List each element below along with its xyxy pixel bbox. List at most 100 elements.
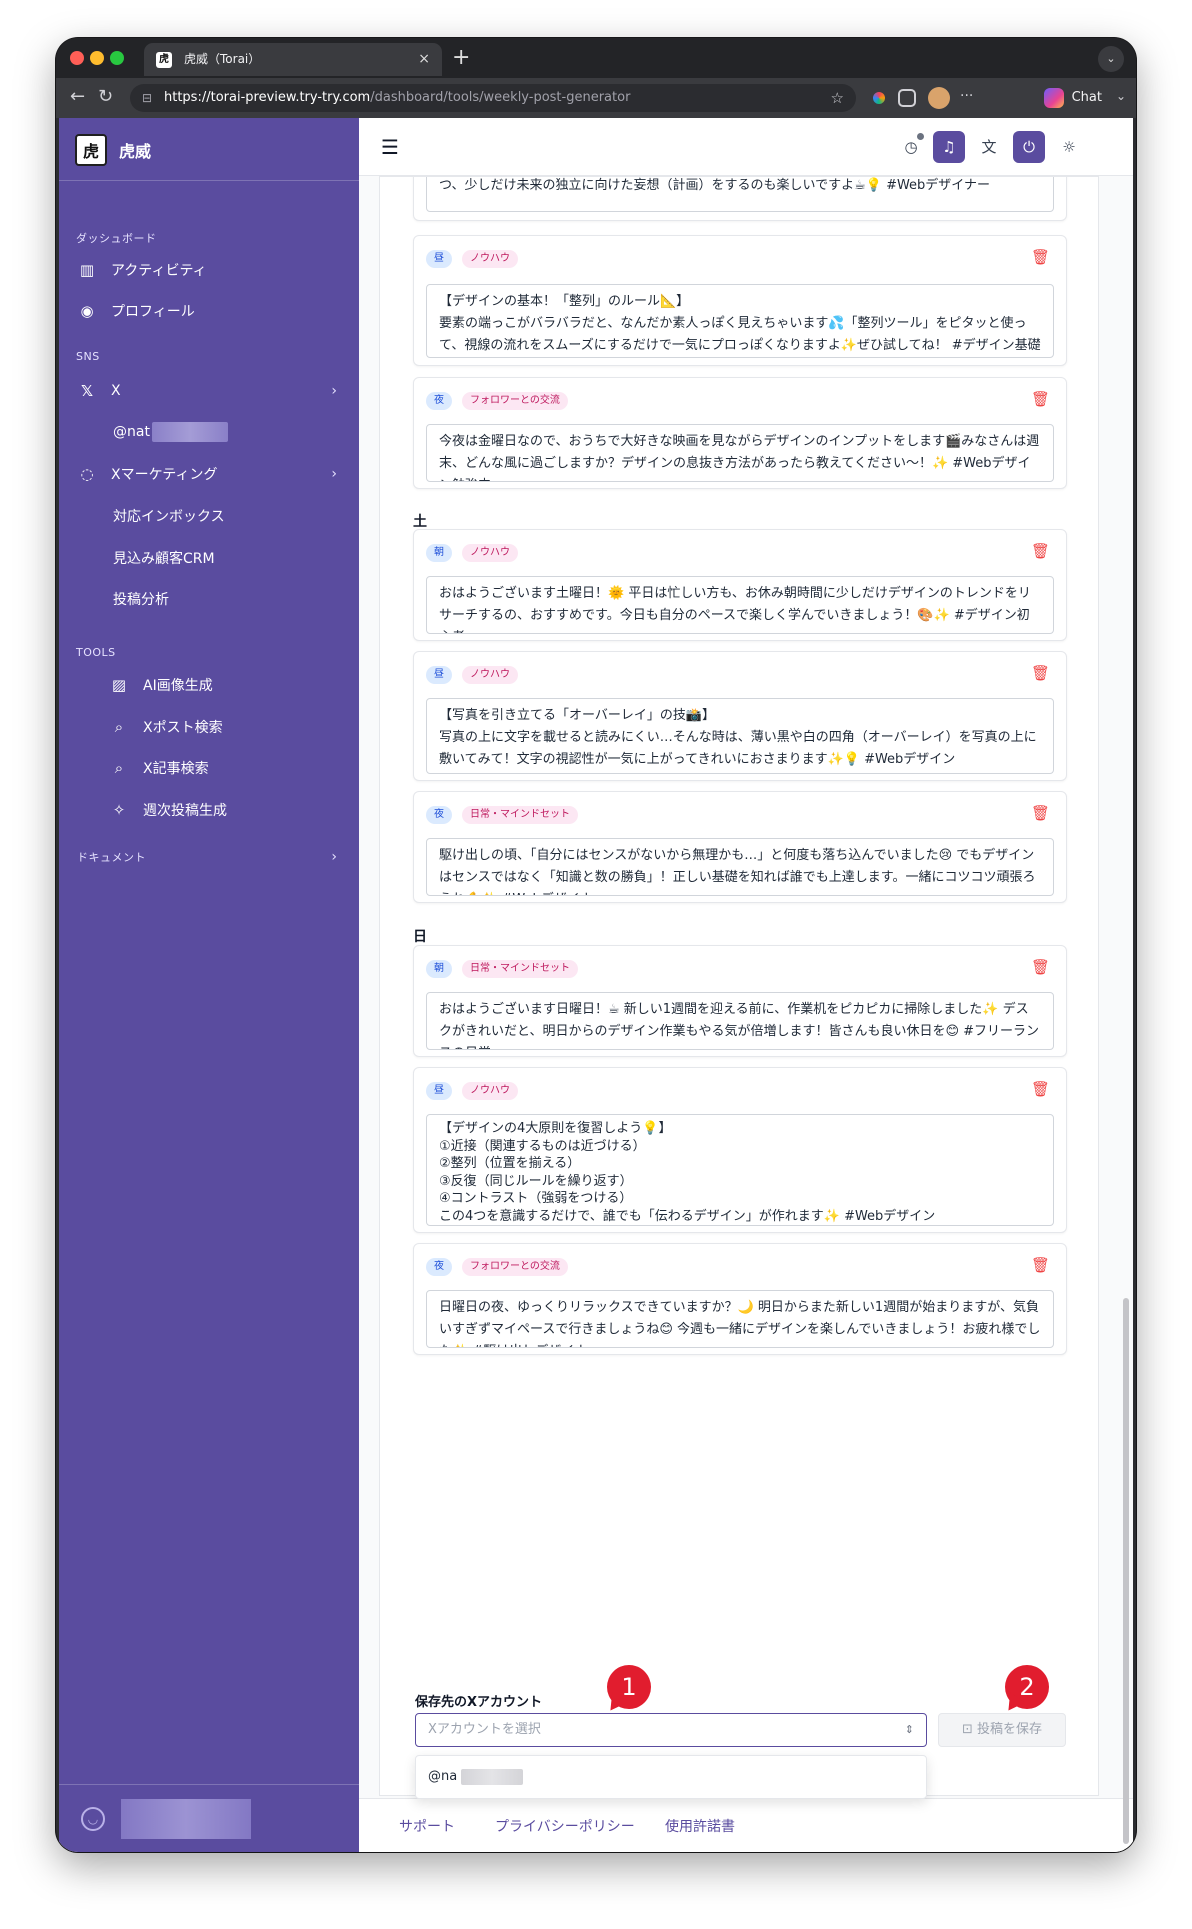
user-avatar-icon: ◡: [81, 1807, 105, 1831]
user-circle-icon: ◉: [80, 302, 94, 320]
sidebar-item-ai-image[interactable]: ▨ AI画像生成: [105, 668, 341, 702]
sidebar-item-x-search[interactable]: ⌕ Xポスト検索: [105, 710, 341, 744]
theme-sun-icon[interactable]: ☼: [1053, 131, 1085, 163]
reload-icon[interactable]: ↻: [98, 86, 113, 107]
sidebar-item-x-marketing[interactable]: ◌ Xマーケティング ›: [73, 457, 345, 491]
close-window-button[interactable]: [70, 51, 84, 65]
post-card: 昼 ノウハウ 🗑 【デザインの4大原則を復習しよう💡】 ①近接（関連するものは近…: [413, 1067, 1067, 1233]
sidebar-item-label: アクティビティ: [111, 263, 207, 279]
trash-icon[interactable]: 🗑: [1031, 664, 1050, 682]
extension-color-icon[interactable]: [870, 89, 888, 107]
torai-favicon-icon: 虎: [156, 52, 172, 68]
footer-link-terms[interactable]: 使用許諾書: [665, 1816, 735, 1836]
trash-icon[interactable]: 🗑: [1031, 958, 1050, 976]
scrollbar[interactable]: [1123, 1298, 1129, 1844]
trash-icon[interactable]: 🗑: [1031, 804, 1050, 822]
menu-hamburger-icon[interactable]: ☰: [381, 135, 399, 159]
trash-icon[interactable]: 🗑: [1031, 1080, 1050, 1098]
sidebar-item-label: 週次投稿生成: [143, 803, 227, 819]
account-dropdown-option[interactable]: @na: [415, 1755, 927, 1799]
category-badge: ノウハウ: [462, 1082, 518, 1100]
post-text[interactable]: 【写真を引き立てる「オーバーレイ」の技📸】 写真の上に文字を載せると読みにくい……: [426, 698, 1054, 774]
chat-bubble-icon: ◌: [80, 465, 94, 483]
post-text[interactable]: 【デザインの4大原則を復習しよう💡】 ①近接（関連するものは近づける） ②整列（…: [426, 1114, 1054, 1226]
url-path: /dashboard/tools/weekly-post-generator: [370, 90, 631, 105]
day-label-saturday: 土: [413, 514, 427, 530]
bookmark-star-icon[interactable]: ☆: [831, 84, 844, 112]
post-text[interactable]: おはようございます！金曜日ですね✨今週もよく頑張りました！週末は思いっきりリフレ…: [426, 177, 1054, 212]
category-badge: ノウハウ: [462, 250, 518, 268]
chat-label: Chat: [1071, 90, 1102, 105]
tab-close-icon[interactable]: ×: [418, 43, 430, 76]
post-card: 昼 ノウハウ 🗑 【写真を引き立てる「オーバーレイ」の技📸】 写真の上に文字を載…: [413, 651, 1067, 781]
more-menu-icon[interactable]: ···: [960, 88, 973, 104]
minimize-window-button[interactable]: [90, 51, 104, 65]
trash-icon[interactable]: 🗑: [1031, 390, 1050, 408]
zoom-window-button[interactable]: [110, 51, 124, 65]
site-info-icon[interactable]: ⊟: [142, 84, 152, 112]
chat-logo-icon: [1043, 88, 1064, 108]
time-badge: 朝: [426, 544, 452, 562]
bar-chart-icon: ▥: [79, 261, 95, 279]
sidebar-item-label: 対応インボックス: [113, 509, 225, 525]
post-text[interactable]: 駆け出しの頃、「自分にはセンスがないから無理かも…」と何度も落ち込んでいました😢…: [426, 838, 1054, 896]
sidebar-item-x[interactable]: 𝕏 X ›: [73, 374, 345, 408]
post-card: 夜 日常・マインドセット 🗑 駆け出しの頃、「自分にはセンスがないから無理かも……: [413, 791, 1067, 903]
bell-icon[interactable]: ♫: [933, 131, 965, 163]
time-badge: 昼: [426, 666, 452, 684]
app-viewport: 虎 虎威 ダッシュボード ▥ アクティビティ ◉ プロフィール SNS 𝕏 X …: [59, 118, 1133, 1852]
post-text[interactable]: おはようございます日曜日！☕ 新しい1週間を迎える前に、作業机をピカピカに掃除し…: [426, 992, 1054, 1050]
trash-icon[interactable]: 🗑: [1031, 542, 1050, 560]
sidebar-item-label: Xマーケティング: [111, 467, 218, 483]
sidebar-item-analytics[interactable]: 投稿分析: [109, 582, 345, 616]
sidebar-item-inbox[interactable]: 対応インボックス: [109, 499, 345, 533]
back-arrow-icon[interactable]: ←: [70, 86, 85, 107]
extensions-puzzle-icon[interactable]: [898, 89, 916, 107]
section-dashboard: ダッシュボード: [76, 232, 157, 245]
translate-icon[interactable]: 文: [973, 131, 1005, 163]
sidebar-item-crm[interactable]: 見込み顧客CRM: [109, 541, 345, 575]
browser-tab[interactable]: 虎 虎威（Torai） ×: [144, 43, 442, 76]
post-card: 朝 日常・マインドセット 🗑 おはようございます日曜日！☕ 新しい1週間を迎える…: [413, 945, 1067, 1057]
footer-link-support[interactable]: サポート: [399, 1816, 455, 1836]
day-label-sunday: 日: [413, 929, 427, 945]
post-text[interactable]: 【デザインの基本！「整列」のルール📐】 要素の端っこがバラバラだと、なんだか素人…: [426, 284, 1054, 358]
trash-icon[interactable]: 🗑: [1031, 1256, 1050, 1274]
sidebar-user[interactable]: ◡: [59, 1784, 359, 1852]
chat-chevron-icon[interactable]: ⌄: [1116, 89, 1126, 103]
url-host: https://torai-preview.try-try.com: [164, 90, 371, 105]
redacted-text: [151, 422, 228, 442]
x-account-select[interactable]: Xアカウントを選択 ⇕: [415, 1713, 927, 1747]
sidebar-item-x-article[interactable]: ⌕ X記事検索: [105, 751, 341, 785]
image-icon: ▨: [111, 676, 127, 694]
sidebar: 虎 虎威 ダッシュボード ▥ アクティビティ ◉ プロフィール SNS 𝕏 X …: [59, 118, 359, 1852]
tab-list-chevron-icon[interactable]: ⌄: [1098, 46, 1124, 72]
section-docs: ドキュメント: [77, 851, 146, 864]
browser-window: 虎 虎威（Torai） × + ⌄ ← ↻ ⊟ https://torai-pr…: [56, 38, 1136, 1852]
history-clock-icon[interactable]: ◷: [895, 131, 927, 163]
profile-avatar[interactable]: [928, 87, 950, 109]
trash-icon[interactable]: 🗑: [1031, 248, 1050, 266]
sidebar-item-weekly-generator[interactable]: ✧ 週次投稿生成: [105, 793, 341, 827]
redacted-user-name: [121, 1799, 251, 1839]
post-badges: 夜 日常・マインドセット: [426, 806, 578, 824]
category-badge: ノウハウ: [462, 666, 518, 684]
save-post-button[interactable]: ⊡ 投稿を保存: [938, 1713, 1066, 1747]
sidebar-item-profile[interactable]: ◉ プロフィール: [73, 294, 345, 328]
sidebar-item-activity[interactable]: ▥ アクティビティ: [73, 253, 345, 287]
x-logo-icon: 𝕏: [80, 382, 94, 400]
brand[interactable]: 虎 虎威: [75, 132, 151, 168]
sidebar-item-docs[interactable]: ドキュメント ›: [73, 840, 345, 874]
category-badge: フォロワーとの交流: [462, 1258, 568, 1276]
post-text[interactable]: 日曜日の夜、ゆっくりリラックスできていますか？🌙 明日からまた新しい1週間が始ま…: [426, 1290, 1054, 1348]
sidebar-item-x-account[interactable]: @nat: [109, 415, 345, 449]
footer-link-privacy[interactable]: プライバシーポリシー: [495, 1816, 635, 1836]
new-tab-button[interactable]: +: [452, 45, 470, 70]
power-icon[interactable]: ⏻: [1013, 131, 1045, 163]
option-handle: @na: [428, 1769, 458, 1784]
chat-button[interactable]: Chat: [1043, 86, 1102, 110]
sparkles-icon: ✧: [112, 801, 126, 819]
url-field[interactable]: ⊟ https://torai-preview.try-try.com/dash…: [130, 84, 856, 112]
post-text[interactable]: おはようございます土曜日！🌞 平日は忙しい方も、お休み朝時間に少しだけデザインの…: [426, 576, 1054, 634]
post-text[interactable]: 今夜は金曜日なので、おうちで大好きな映画を見ながらデザインのインプットをします🎬…: [426, 424, 1054, 482]
